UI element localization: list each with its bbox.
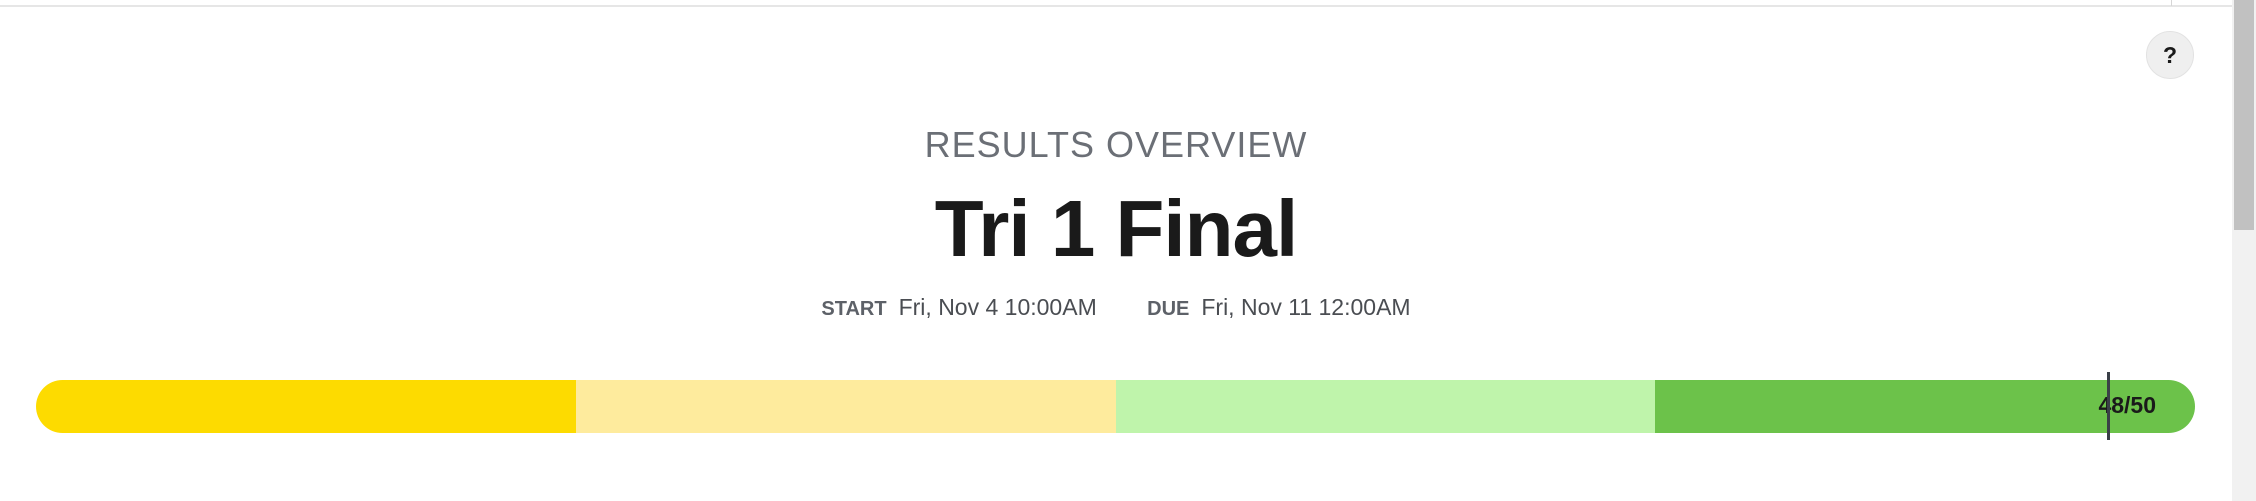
top-border xyxy=(0,5,2234,7)
page-title: Tri 1 Final xyxy=(934,184,1298,273)
due-value: Fri, Nov 11 12:00AM xyxy=(1201,294,1411,320)
help-icon: ? xyxy=(2162,41,2178,68)
progress-segment-2 xyxy=(575,380,1116,433)
score-marker xyxy=(2106,372,2110,440)
score-progress-bar xyxy=(36,380,2195,433)
start-date: START Fri, Nov 4 10:00AM xyxy=(821,294,1096,321)
date-info: START Fri, Nov 4 10:00AM DUE Fri, Nov 11 1… xyxy=(0,294,2232,321)
due-label: DUE xyxy=(1147,298,1190,320)
due-date: DUE Fri, Nov 11 12:00AM xyxy=(1147,294,1410,321)
results-overview-page: ? RESULTS OVERVIEW Tri 1 Final START Fri,… xyxy=(0,0,2256,501)
progress-segment-3 xyxy=(1115,380,1656,433)
start-value: Fri, Nov 4 10:00AM xyxy=(898,294,1097,320)
page-subtitle: RESULTS OVERVIEW xyxy=(924,124,1308,165)
scrollbar[interactable] xyxy=(2232,0,2256,501)
scrollbar-thumb[interactable] xyxy=(2234,0,2254,230)
progress-segment-1 xyxy=(36,380,576,433)
help-button[interactable]: ? xyxy=(2146,31,2194,79)
top-divider xyxy=(2171,0,2172,6)
start-label: START xyxy=(821,298,887,320)
